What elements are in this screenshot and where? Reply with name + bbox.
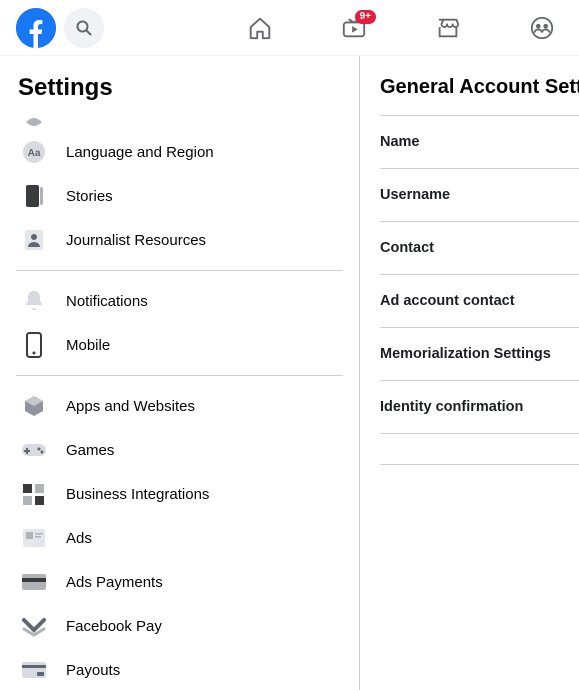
home-nav[interactable] — [240, 8, 280, 48]
sidebar-item-label: Mobile — [66, 337, 110, 354]
settings-sidebar: Settings Aa Language and Region Stories … — [0, 56, 360, 690]
sidebar-title: Settings — [8, 70, 351, 108]
settings-row-identity[interactable]: Identity confirmation — [380, 380, 579, 434]
marketplace-icon — [435, 15, 461, 41]
sidebar-item-label: Ads — [66, 530, 92, 547]
stories-icon — [16, 178, 52, 214]
sidebar-item-label: Apps and Websites — [66, 398, 195, 415]
sidebar-item-payouts[interactable]: Payouts — [8, 648, 351, 690]
groups-nav[interactable] — [522, 8, 562, 48]
pay-icon — [16, 608, 52, 644]
bell-icon — [16, 283, 52, 319]
sidebar-item-journalist[interactable]: Journalist Resources — [8, 218, 351, 262]
sidebar-item-stories[interactable]: Stories — [8, 174, 351, 218]
sidebar-item-games[interactable]: Games — [8, 428, 351, 472]
marketplace-nav[interactable] — [428, 8, 468, 48]
sidebar-item-label: Facebook Pay — [66, 618, 162, 635]
home-icon — [247, 15, 273, 41]
search-button[interactable] — [64, 8, 104, 48]
page-title: General Account Settings — [380, 76, 579, 115]
spacer — [380, 434, 579, 464]
sidebar-item-ads-payments[interactable]: Ads Payments — [8, 560, 351, 604]
content: Settings Aa Language and Region Stories … — [0, 56, 579, 690]
settings-row-contact[interactable]: Contact — [380, 221, 579, 274]
sidebar-item-ads[interactable]: Ads — [8, 516, 351, 560]
settings-row-ad-contact[interactable]: Ad account contact — [380, 274, 579, 327]
facebook-logo[interactable] — [16, 8, 56, 48]
apps-icon — [16, 388, 52, 424]
sidebar-item-label: Journalist Resources — [66, 232, 206, 249]
sidebar-item-label: Ads Payments — [66, 574, 163, 591]
settings-row-name[interactable]: Name — [380, 115, 579, 168]
section-divider — [16, 270, 343, 271]
card-icon — [16, 564, 52, 600]
location-icon — [16, 108, 52, 130]
sidebar-item-business[interactable]: Business Integrations — [8, 472, 351, 516]
sidebar-item-notifications[interactable]: Notifications — [8, 279, 351, 323]
journalist-icon — [16, 222, 52, 258]
sidebar-item-label: Games — [66, 442, 114, 459]
section-divider — [16, 375, 343, 376]
sidebar-item-label: Business Integrations — [66, 486, 209, 503]
groups-icon — [529, 15, 555, 41]
section-divider — [380, 464, 579, 465]
games-icon — [16, 432, 52, 468]
language-icon: Aa — [16, 134, 52, 170]
svg-text:Aa: Aa — [28, 148, 41, 159]
sidebar-item-label: Stories — [66, 188, 113, 205]
sidebar-item-language[interactable]: Aa Language and Region — [8, 130, 351, 174]
mobile-icon — [16, 327, 52, 363]
sidebar-item-facebook-pay[interactable]: Facebook Pay — [8, 604, 351, 648]
ads-icon — [16, 520, 52, 556]
sidebar-item-truncated[interactable] — [8, 108, 351, 130]
sidebar-item-label: Payouts — [66, 662, 120, 679]
sidebar-item-mobile[interactable]: Mobile — [8, 323, 351, 367]
business-icon — [16, 476, 52, 512]
settings-row-username[interactable]: Username — [380, 168, 579, 221]
main-panel: General Account Settings Name Username C… — [360, 56, 579, 690]
sidebar-item-label: Language and Region — [66, 144, 214, 161]
watch-badge: 9+ — [355, 10, 376, 24]
center-nav: 9+ — [240, 0, 562, 56]
search-icon — [76, 20, 92, 36]
top-nav: 9+ — [0, 0, 579, 56]
sidebar-item-label: Notifications — [66, 293, 148, 310]
payouts-icon — [16, 652, 52, 688]
settings-row-memorialization[interactable]: Memorialization Settings — [380, 327, 579, 380]
sidebar-item-apps[interactable]: Apps and Websites — [8, 384, 351, 428]
watch-nav[interactable]: 9+ — [334, 8, 374, 48]
